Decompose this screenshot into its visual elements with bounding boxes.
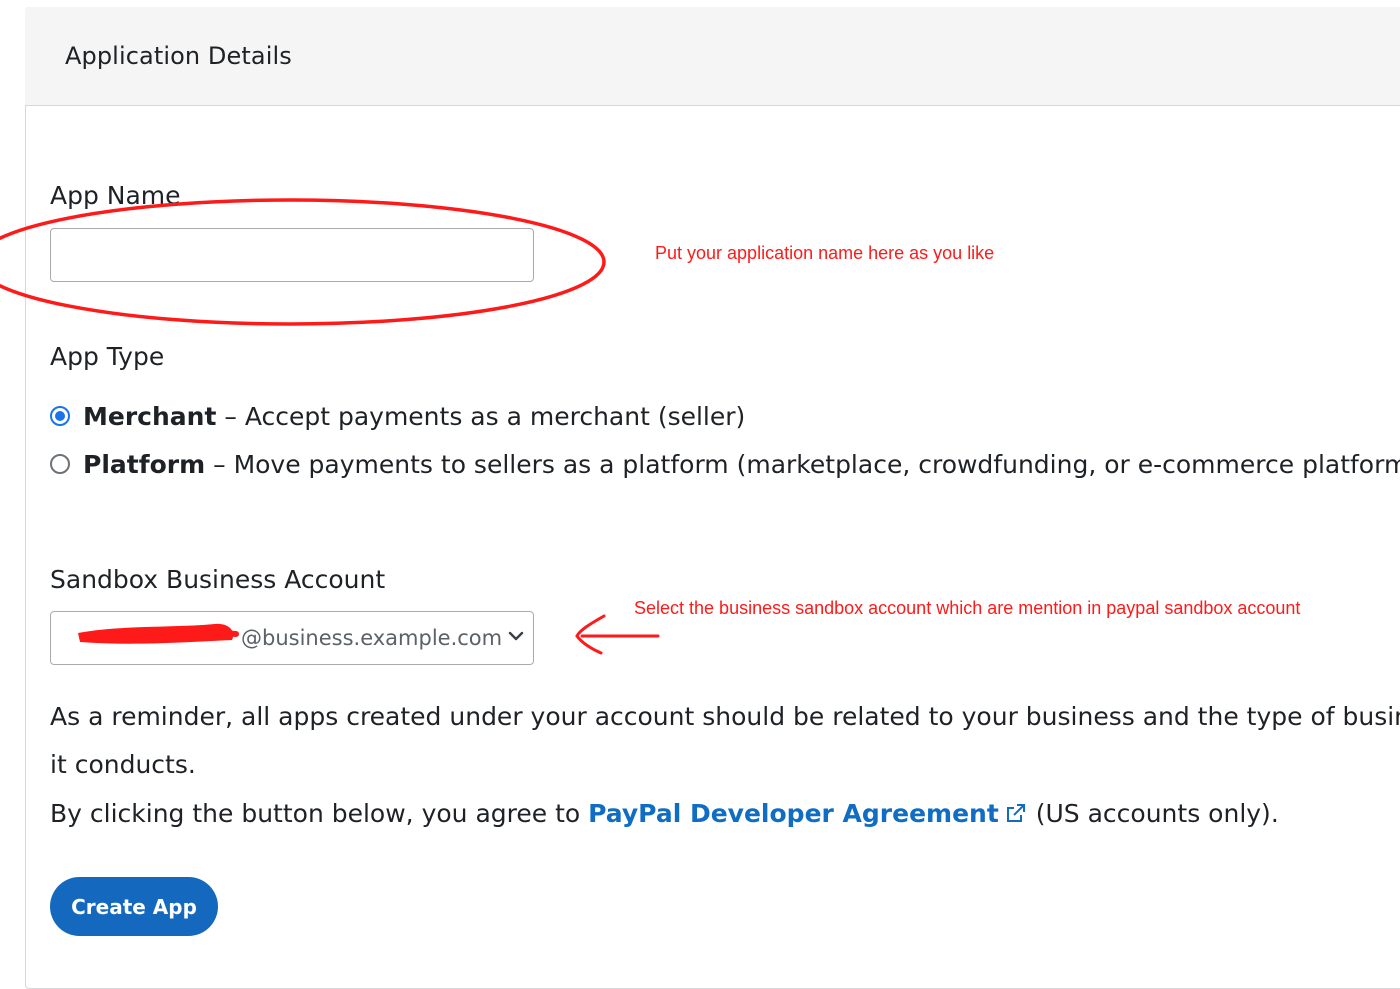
app-name-label: App Name bbox=[50, 181, 181, 210]
sandbox-account-label: Sandbox Business Account bbox=[50, 565, 386, 594]
developer-agreement-link-label: PayPal Developer Agreement bbox=[588, 799, 999, 828]
app-type-label: App Type bbox=[50, 342, 165, 371]
platform-description: Move payments to sellers as a platform (… bbox=[233, 449, 1400, 479]
app-name-input[interactable] bbox=[50, 228, 534, 282]
app-name-annotation: Put your application name here as you li… bbox=[655, 243, 995, 263]
merchant-title: Merchant bbox=[83, 401, 217, 431]
merchant-radio[interactable] bbox=[50, 406, 70, 426]
app-type-merchant-option[interactable]: Merchant – Accept payments as a merchant… bbox=[50, 399, 745, 433]
sandbox-account-annotation: Select the business sandbox account whic… bbox=[634, 598, 1301, 618]
merchant-separator: – bbox=[216, 401, 245, 431]
create-app-button[interactable]: Create App bbox=[50, 877, 218, 936]
reminder-line-2: it conducts. bbox=[50, 750, 196, 779]
agreement-text: By clicking the button below, you agree … bbox=[50, 799, 1279, 828]
chevron-down-icon bbox=[508, 631, 524, 641]
application-details-card bbox=[25, 7, 1400, 989]
card-title: Application Details bbox=[65, 42, 292, 70]
reminder-line-1: As a reminder, all apps created under yo… bbox=[50, 702, 1400, 731]
platform-radio[interactable] bbox=[50, 454, 70, 474]
platform-separator: – bbox=[205, 449, 234, 479]
developer-agreement-link[interactable]: PayPal Developer Agreement bbox=[588, 799, 999, 828]
sandbox-account-select[interactable]: @business.example.com bbox=[50, 611, 534, 665]
external-link-icon[interactable] bbox=[1004, 801, 1028, 825]
card-header: Application Details bbox=[25, 7, 1400, 106]
platform-title: Platform bbox=[83, 449, 206, 479]
agreement-prefix: By clicking the button below, you agree … bbox=[50, 799, 589, 828]
sandbox-account-value: @business.example.com bbox=[241, 626, 503, 650]
agreement-suffix: (US accounts only). bbox=[1027, 799, 1279, 828]
merchant-description: Accept payments as a merchant (seller) bbox=[244, 401, 746, 431]
app-type-platform-option[interactable]: Platform – Move payments to sellers as a… bbox=[50, 447, 1400, 481]
